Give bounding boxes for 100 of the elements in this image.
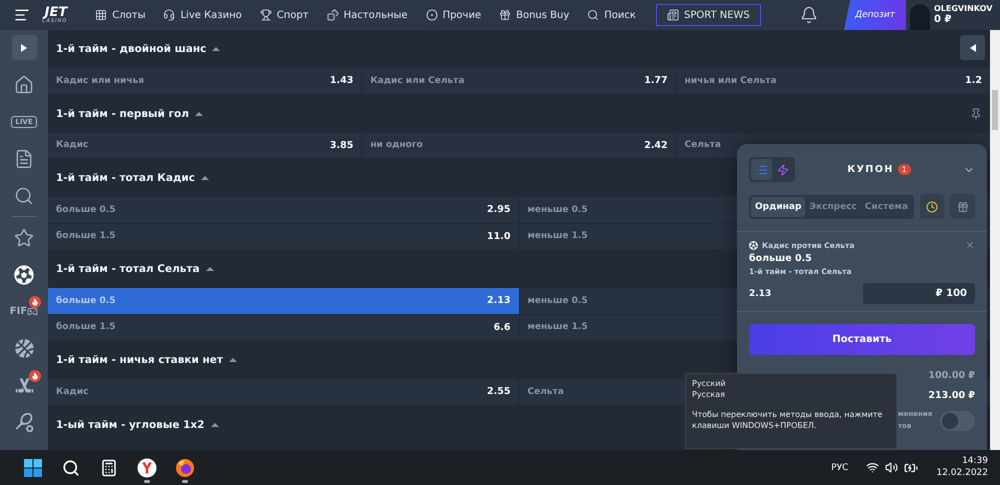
nav-link[interactable]: Настольные xyxy=(318,5,416,25)
market-title: 1-й тайм - двойной шанс xyxy=(56,43,206,55)
nav-link[interactable]: Live Казино xyxy=(155,5,250,25)
mode-button[interactable] xyxy=(751,159,772,180)
balance: 0 ₽ xyxy=(934,14,952,26)
gift-button[interactable] xyxy=(950,194,975,219)
close-icon[interactable] xyxy=(965,240,975,250)
odds-value: 2.42 xyxy=(644,140,668,151)
coupon-title: КУПОН xyxy=(847,164,894,175)
outcome-label: больше 0.5 xyxy=(56,296,116,306)
play-icon xyxy=(21,44,27,52)
summary-amount: 100.00 ₽ xyxy=(928,370,975,381)
odds-value: 2.13 xyxy=(487,295,510,306)
nav-link[interactable]: SPORT NEWS xyxy=(656,4,761,26)
collapse-button[interactable] xyxy=(960,35,985,60)
windows-logo-icon[interactable] xyxy=(24,458,42,476)
outcome-label: меньше 0.5 xyxy=(528,296,588,306)
pin-icon[interactable] xyxy=(970,108,982,120)
search-icon xyxy=(587,9,600,21)
odds-cell[interactable]: Кадис или Сельта 1.77 xyxy=(362,68,676,94)
star-icon xyxy=(14,228,34,248)
circle-icon xyxy=(426,9,438,21)
bell-icon[interactable] xyxy=(800,6,818,24)
trophy-icon xyxy=(260,9,272,21)
nav-link[interactable]: Слоты xyxy=(87,5,154,25)
newspaper-icon xyxy=(666,9,679,21)
market-title: 1-ый тайм - угловые 1x2 xyxy=(56,418,204,430)
fifa-label: FIF xyxy=(10,306,28,317)
outcome-label: меньше 1.5 xyxy=(528,322,588,332)
collapse-caret-icon[interactable] xyxy=(212,47,220,51)
outcome-label: Кадис или Сельта xyxy=(370,76,464,86)
nav-link[interactable]: Поиск xyxy=(579,5,644,25)
gamepad-icon xyxy=(27,306,38,317)
bet-pick: больше 0.5 xyxy=(749,253,813,264)
menu-icon[interactable] xyxy=(14,7,30,23)
summary-amount: 213.00 ₽ xyxy=(928,390,975,401)
language-indicator[interactable]: РУС xyxy=(831,462,848,472)
stake-field[interactable]: ₽ 100 xyxy=(863,283,975,304)
odds-cell[interactable]: Кадис или ничья 1.43 xyxy=(48,68,362,94)
nav-link[interactable]: Прочие xyxy=(418,5,490,25)
toggle-switch[interactable] xyxy=(940,410,975,431)
place-bet-button[interactable]: Поставить xyxy=(749,324,975,355)
odds-cell[interactable]: ничья или Сельта 1.2 xyxy=(676,68,990,94)
market-title: 1-й тайм - ничья ставки нет xyxy=(56,354,223,366)
gift-icon xyxy=(956,200,969,212)
firefox-icon[interactable] xyxy=(175,458,195,478)
browser-icon[interactable] xyxy=(137,458,157,478)
odds-cell[interactable]: больше 1.5 6.6 xyxy=(48,314,518,340)
collapse-caret-icon[interactable] xyxy=(201,176,210,180)
collapse-caret-icon[interactable] xyxy=(228,358,237,362)
market-title: 1-й тайм - тотал Кадис xyxy=(56,172,196,184)
clock-date: 12.02.2022 xyxy=(936,468,988,480)
gift-icon xyxy=(499,9,512,21)
odds-value: 11.0 xyxy=(487,230,510,242)
calculator-icon[interactable] xyxy=(100,458,118,476)
bet-odds: 2.13 xyxy=(749,288,772,298)
odds-cell[interactable]: больше 1.5 11.0 xyxy=(48,224,518,249)
collapse-caret-icon[interactable] xyxy=(206,267,214,271)
headset-icon xyxy=(163,9,176,21)
odds-value: 1.77 xyxy=(644,75,668,86)
odds-value: 3.85 xyxy=(330,140,354,151)
market-title: 1-й тайм - первый гол xyxy=(56,108,189,120)
odds-value: 1.43 xyxy=(330,75,354,86)
outcome-label: Сельта xyxy=(684,140,721,150)
sidebar-item[interactable]: FIF xyxy=(4,293,44,330)
expand-button[interactable] xyxy=(12,35,36,60)
outcome-label: Сельта xyxy=(528,386,564,397)
odds-value: 2.95 xyxy=(487,204,510,216)
odds-value: 2.55 xyxy=(487,386,510,398)
timer-button[interactable] xyxy=(920,194,944,219)
speaker-icon[interactable] xyxy=(885,461,898,474)
outcome-label: меньше 0.5 xyxy=(528,204,588,215)
odds-cell[interactable]: Кадис 2.55 xyxy=(48,379,518,404)
outcome-label: Кадис или ничья xyxy=(56,76,144,86)
search-icon[interactable] xyxy=(62,458,80,476)
outcome-label: Кадис xyxy=(56,140,88,150)
clock-icon xyxy=(926,200,938,212)
username: OLEGVINKOV xyxy=(934,4,992,14)
deposit-button[interactable]: Депозит xyxy=(844,0,906,30)
odds-cell[interactable]: ни одного 2.42 xyxy=(362,132,676,158)
nav-link[interactable]: Спорт xyxy=(252,5,317,25)
collapse-caret-icon[interactable] xyxy=(194,112,203,116)
outcome-label: Кадис xyxy=(56,386,88,397)
odds-cell[interactable]: больше 0.5 2.13 xyxy=(48,288,518,314)
tennis-racket-icon xyxy=(14,412,34,433)
clock-time: 14:39 xyxy=(962,456,988,468)
outcome-label: больше 1.5 xyxy=(56,322,116,332)
odds-cell[interactable]: Кадис 3.85 xyxy=(48,132,362,158)
collapse-caret-icon[interactable] xyxy=(210,422,218,426)
document-icon xyxy=(14,148,34,168)
bet-type-tab[interactable]: Ординар xyxy=(751,196,806,216)
tooltip-line: Русский xyxy=(692,379,727,388)
nav-link[interactable]: Bonus Buy xyxy=(491,5,578,25)
left-arrow-icon xyxy=(970,44,976,52)
search-icon xyxy=(14,186,34,206)
outcome-label: ничья или Сельта xyxy=(684,76,777,86)
market-title: 1-й тайм - тотал Сельта xyxy=(56,263,200,275)
odds-cell[interactable]: больше 0.5 2.95 xyxy=(48,197,518,222)
lightning-icon xyxy=(776,164,788,176)
outcome-label: больше 0.5 xyxy=(56,204,116,215)
